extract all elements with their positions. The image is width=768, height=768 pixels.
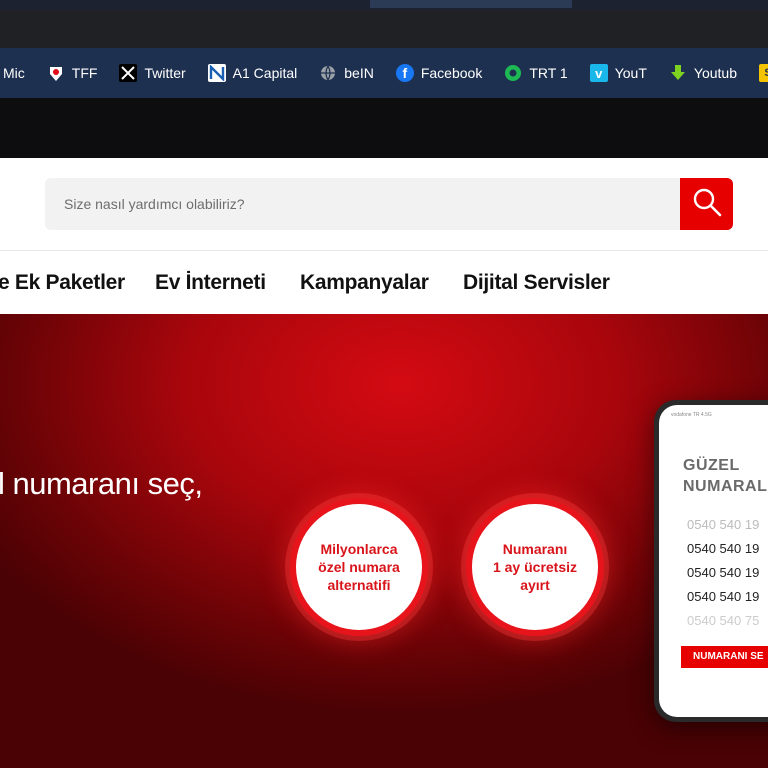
facebook-icon: f [395, 64, 414, 82]
bookmark-yout[interactable]: v YouT [589, 64, 647, 82]
main-nav: e Ek Paketler Ev İnterneti Kampanyalar D… [0, 250, 768, 314]
nav-ev-interneti[interactable]: Ev İnterneti [155, 271, 266, 295]
nav-ek-paketler[interactable]: e Ek Paketler [0, 271, 125, 295]
hero-title: l numaranı seç, [0, 466, 203, 501]
bookmark-label: Youtub [693, 65, 737, 81]
bookmark-a1-capital[interactable]: A1 Capital [207, 64, 298, 82]
search-icon [692, 187, 722, 222]
bookmark-label: Facebook [420, 65, 483, 81]
bookmark-overflow[interactable]: S [759, 64, 768, 82]
x-icon [119, 64, 138, 82]
phone-number-item: 0540 540 75 [687, 613, 760, 628]
hero-banner[interactable]: l numaranı seç, Milyonlarca özel numara … [0, 314, 768, 768]
bookmarks-bar: Mic TFF Twitter A1 Capital beIN f Facebo… [0, 48, 768, 98]
bookmark-trt1[interactable]: TRT 1 [504, 64, 568, 82]
globe-icon [319, 64, 337, 82]
trt-icon [504, 64, 522, 82]
phone-screen: vodafone TR 4.5G GÜZEL NUMARALA 0540 540… [659, 405, 768, 717]
bookmark-youtub[interactable]: Youtub [669, 64, 737, 82]
page-top-band [0, 98, 768, 158]
feature-circle-free-reserve: Numaranı 1 ay ücretsiz ayırt [472, 504, 598, 630]
phone-number-item: 0540 540 19 [687, 565, 760, 580]
search-bar [45, 178, 733, 230]
phone-status-bar: vodafone TR 4.5G [671, 412, 712, 418]
bookmark-label: beIN [344, 65, 374, 81]
tff-favicon [47, 64, 65, 82]
bookmark-label: A1 Capital [232, 65, 298, 81]
a1-capital-icon [207, 64, 226, 82]
browser-tab-strip [0, 0, 768, 10]
feature-circle-alternatives: Milyonlarca özel numara alternatifi [296, 504, 422, 630]
download-arrow-icon [669, 64, 687, 82]
bookmark-twitter[interactable]: Twitter [119, 64, 186, 82]
site-header [0, 158, 768, 250]
vimeo-icon: v [589, 64, 608, 82]
bookmark-label: Twitter [144, 65, 186, 81]
search-input[interactable] [45, 178, 680, 230]
feature-text: Milyonlarca özel numara alternatifi [318, 541, 400, 593]
nav-kampanyalar[interactable]: Kampanyalar [300, 271, 429, 295]
phone-title: GÜZEL NUMARALA [683, 457, 768, 495]
feature-text: Numaranı 1 ay ücretsiz ayırt [492, 541, 578, 593]
bookmark-tff[interactable]: TFF [47, 64, 98, 82]
browser-toolbar [0, 10, 768, 48]
bookmark-bein[interactable]: beIN [319, 64, 374, 82]
bookmark-label: TRT 1 [529, 65, 568, 81]
phone-select-number-button: NUMARANI SE [681, 646, 768, 668]
bookmark-label: YouT [614, 65, 647, 81]
phone-mockup: vodafone TR 4.5G GÜZEL NUMARALA 0540 540… [654, 400, 768, 722]
phone-number-item: 0540 540 19 [687, 517, 760, 532]
search-button[interactable] [680, 178, 733, 230]
bookmark-label: Mic [3, 65, 25, 81]
phone-number-item: 0540 540 19 [687, 541, 760, 556]
bookmark-mic[interactable]: Mic [3, 65, 25, 81]
bookmark-facebook[interactable]: f Facebook [395, 64, 483, 82]
bookmark-label: TFF [71, 65, 98, 81]
nav-dijital-servisler[interactable]: Dijital Servisler [463, 271, 610, 295]
phone-number-item: 0540 540 19 [687, 589, 760, 604]
active-tab[interactable] [370, 0, 572, 8]
yellow-favicon-icon: S [759, 64, 768, 82]
